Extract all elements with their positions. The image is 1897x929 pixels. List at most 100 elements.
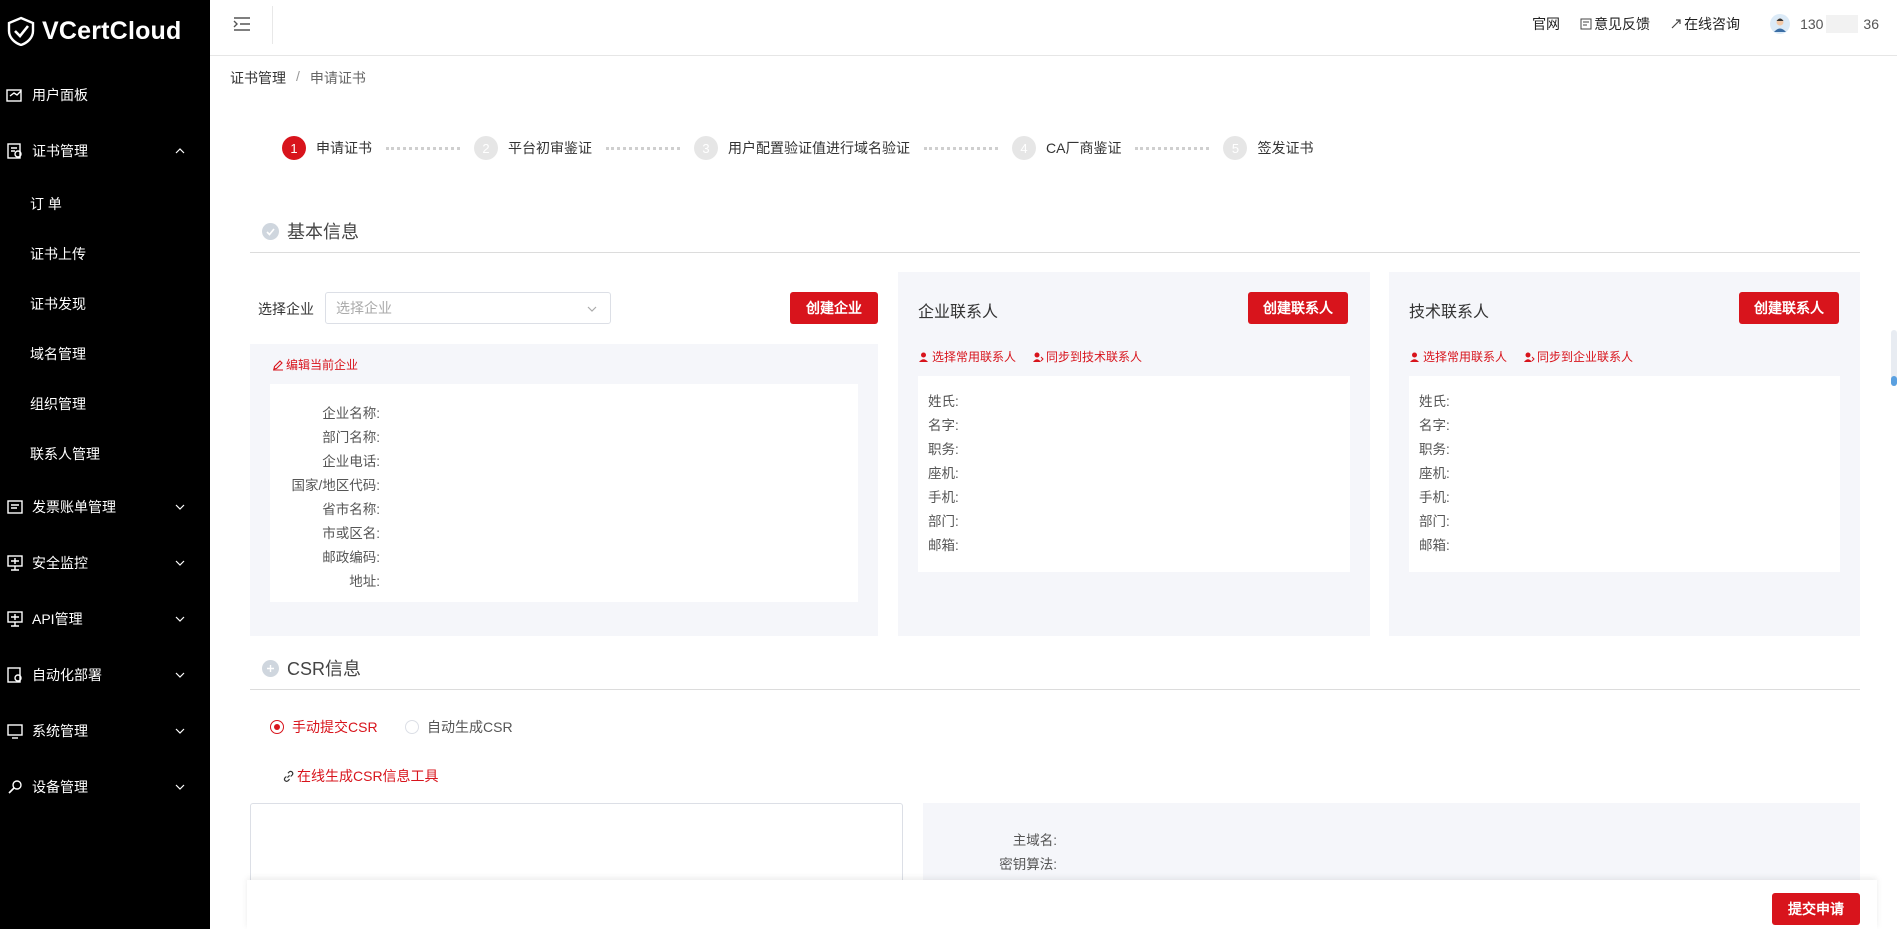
- feedback-icon: [1580, 18, 1592, 30]
- manual-csr-label: 手动提交CSR: [292, 719, 378, 735]
- business-contact-detail-box: 姓氏: 名字: 职务: 座机: 手机: 部门: 邮箱:: [918, 376, 1350, 572]
- section-check-icon: [262, 222, 279, 240]
- phone-suffix: 36: [1863, 16, 1879, 32]
- breadcrumb-parent[interactable]: 证书管理: [230, 68, 286, 88]
- contact-field: 姓氏:: [1419, 394, 1450, 409]
- tech-contact-detail-box: 姓氏: 名字: 职务: 座机: 手机: 部门: 邮箱:: [1409, 376, 1840, 572]
- chevron-down-icon: [587, 306, 597, 312]
- sidebar-item-system[interactable]: 系统管理: [0, 706, 210, 756]
- sidebar-item-dashboard[interactable]: 用户面板: [0, 70, 210, 120]
- user-sync-icon: [1524, 352, 1535, 362]
- chevron-down-icon: [175, 784, 185, 790]
- contact-field: 职务:: [1419, 442, 1450, 457]
- edit-icon: [273, 359, 283, 371]
- edit-company-link[interactable]: 编辑当前企业: [272, 356, 358, 373]
- submit-application-button[interactable]: 提交申请: [1772, 893, 1860, 925]
- csr-info-field: 主域名:: [1012, 833, 1057, 848]
- sidebar-sub-cert-upload[interactable]: 证书上传: [30, 244, 86, 264]
- section-divider: [250, 689, 1860, 690]
- step-label: 平台初审鉴证: [508, 140, 592, 156]
- step-label: CA厂商鉴证: [1046, 140, 1122, 156]
- sidebar-sub-org-management[interactable]: 组织管理: [30, 394, 86, 414]
- manual-csr-radio[interactable]: 手动提交CSR: [270, 717, 378, 737]
- step-number: 1: [282, 136, 306, 160]
- certificate-icon: [4, 140, 26, 162]
- sidebar-item-api[interactable]: API管理: [0, 594, 210, 644]
- choose-contact-link[interactable]: 选择常用联系人: [918, 348, 1016, 365]
- tech-contact-panel: 技术联系人 创建联系人 选择常用联系人 同步到企业联系人 姓氏: 名字: 职务:…: [1389, 272, 1860, 636]
- deploy-icon: [4, 664, 26, 686]
- official-site-link[interactable]: 官网: [1532, 14, 1560, 34]
- contact-field: 手机:: [928, 490, 959, 505]
- feedback-link[interactable]: 意见反馈: [1580, 14, 1650, 34]
- sidebar-item-device[interactable]: 设备管理: [0, 762, 210, 812]
- online-consult-link[interactable]: 在线咨询: [1670, 14, 1740, 34]
- sidebar-item-invoice[interactable]: 发票账单管理: [0, 482, 210, 532]
- menu-toggle-icon[interactable]: [232, 14, 252, 34]
- sidebar-item-label: 系统管理: [32, 723, 88, 739]
- edit-company-label: 编辑当前企业: [286, 358, 359, 372]
- sidebar-item-auto-deploy[interactable]: 自动化部署: [0, 650, 210, 700]
- section-csr-icon: [262, 659, 279, 677]
- consult-label: 在线咨询: [1684, 16, 1741, 32]
- user-sync-icon: [1033, 352, 1044, 362]
- step-3: 3 用户配置验证值进行域名验证: [694, 136, 910, 160]
- select-company-label: 选择企业: [258, 301, 314, 317]
- sidebar-item-label: 安全监控: [32, 555, 88, 571]
- sidebar-item-label: API管理: [32, 611, 83, 627]
- sidebar-item-label: 用户面板: [32, 87, 88, 103]
- auto-csr-radio[interactable]: 自动生成CSR: [405, 717, 513, 737]
- sync-to-tech-link[interactable]: 同步到技术联系人: [1032, 348, 1142, 365]
- choose-contact-label: 选择常用联系人: [1423, 350, 1508, 364]
- scroll-indicator[interactable]: [1891, 330, 1897, 386]
- company-field: 省市名称:: [322, 502, 380, 517]
- create-tech-contact-button[interactable]: 创建联系人: [1739, 292, 1839, 324]
- choose-contact-link[interactable]: 选择常用联系人: [1409, 348, 1507, 365]
- system-icon: [4, 720, 26, 742]
- create-business-contact-button[interactable]: 创建联系人: [1248, 292, 1348, 324]
- contact-field: 部门:: [1419, 514, 1450, 529]
- step-5: 5 签发证书: [1223, 136, 1313, 160]
- sidebar-item-security-monitor[interactable]: 安全监控: [0, 538, 210, 588]
- csr-tool-label: 在线生成CSR信息工具: [297, 768, 439, 784]
- section-title-text: 基本信息: [287, 222, 359, 242]
- sidebar-item-label: 证书管理: [32, 143, 88, 159]
- step-connector: [386, 146, 460, 150]
- app-name: VCertCloud: [42, 16, 182, 45]
- csr-info-title: CSR信息: [262, 655, 361, 681]
- business-contact-panel: 企业联系人 创建联系人 选择常用联系人 同步到技术联系人 姓氏: 名字: 职务:…: [898, 272, 1370, 636]
- phone-prefix: 130: [1800, 16, 1824, 32]
- choose-contact-label: 选择常用联系人: [932, 350, 1017, 364]
- step-connector: [606, 146, 680, 150]
- sidebar-sub-domain-management[interactable]: 域名管理: [30, 344, 86, 364]
- feedback-label: 意见反馈: [1594, 16, 1651, 32]
- logo[interactable]: VCertCloud: [0, 0, 210, 62]
- csr-tool-link[interactable]: 在线生成CSR信息工具: [282, 766, 439, 786]
- step-4: 4 CA厂商鉴证: [1012, 136, 1121, 160]
- logo-shield-icon: [7, 16, 35, 46]
- breadcrumb-separator: /: [296, 68, 300, 84]
- company-select[interactable]: 选择企业: [325, 292, 611, 324]
- monitor-icon: [4, 552, 26, 574]
- sidebar-sub-orders[interactable]: 订 单: [30, 194, 62, 214]
- company-select-placeholder: 选择企业: [336, 300, 392, 316]
- sidebar-item-label: 设备管理: [32, 779, 88, 795]
- section-title-text: CSR信息: [287, 659, 362, 679]
- sidebar-item-label: 发票账单管理: [32, 499, 116, 515]
- sidebar-item-cert-management[interactable]: 证书管理: [0, 126, 210, 176]
- business-contact-title: 企业联系人: [918, 304, 999, 321]
- step-1: 1 申请证书: [282, 136, 372, 160]
- sidebar: VCertCloud 用户面板 证书管理 订 单 证书上传 证书发现 域名管理 …: [0, 0, 210, 929]
- sync-to-business-link[interactable]: 同步到企业联系人: [1523, 348, 1633, 365]
- company-detail-box: 企业名称: 部门名称: 企业电话: 国家/地区代码: 省市名称: 市或区名: 邮…: [270, 384, 858, 602]
- phone-mask-overlay: [1826, 15, 1859, 33]
- top-bar: 官网 意见反馈 在线咨询 130 36: [210, 0, 1897, 56]
- basic-info-title: 基本信息: [262, 218, 359, 244]
- sidebar-sub-cert-discovery[interactable]: 证书发现: [30, 294, 86, 314]
- chevron-down-icon: [175, 672, 185, 678]
- step-number: 4: [1012, 136, 1036, 160]
- step-label: 签发证书: [1257, 140, 1314, 156]
- user-menu[interactable]: 130 36: [1770, 14, 1879, 34]
- sidebar-sub-contact-management[interactable]: 联系人管理: [30, 444, 100, 464]
- create-company-button[interactable]: 创建企业: [790, 292, 878, 324]
